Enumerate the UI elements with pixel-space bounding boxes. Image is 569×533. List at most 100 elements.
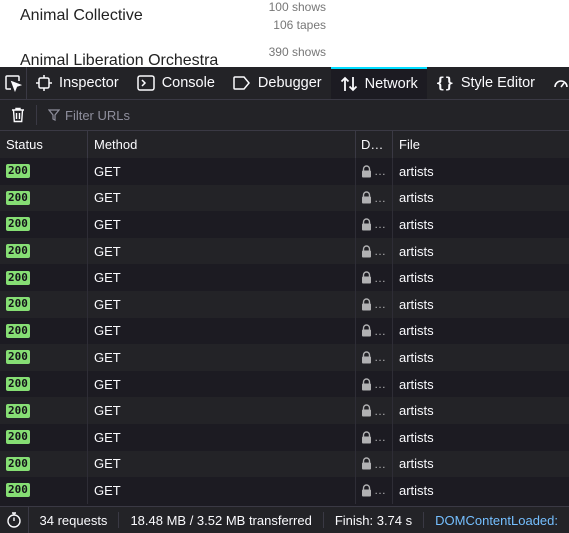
file-name: artists <box>399 323 434 339</box>
table-row[interactable]: 200 GET … artists <box>0 290 569 318</box>
status-cell: 200 <box>0 211 88 238</box>
status-badge: 200 <box>6 270 30 285</box>
network-icon <box>340 76 357 92</box>
file-cell: artists <box>393 477 569 504</box>
network-filter-bar <box>0 100 569 131</box>
domain-text: … <box>374 270 386 285</box>
method-cell: GET <box>88 423 356 451</box>
method-cell: GET <box>88 344 356 371</box>
table-row[interactable]: 200 GET … artists <box>0 237 569 265</box>
tab-debugger[interactable]: Debugger <box>224 67 331 99</box>
method-cell: GET <box>88 211 356 238</box>
domain-text: … <box>374 483 386 498</box>
file-cell: artists <box>393 264 569 291</box>
status-badge: 200 <box>6 297 30 312</box>
status-cell: 200 <box>0 184 88 212</box>
table-row[interactable]: 200 GET … artists <box>0 211 569 238</box>
transferred-size: 18.48 MB / 3.52 MB transferred <box>119 512 324 528</box>
domain-cell: … <box>356 450 393 478</box>
method-text: GET <box>94 403 121 419</box>
status-cell: 200 <box>0 423 88 451</box>
tab-inspector[interactable]: Inspector <box>27 67 128 99</box>
filter-urls-field[interactable] <box>37 107 265 123</box>
file-name: artists <box>399 456 434 472</box>
domain-cell: … <box>356 237 393 265</box>
status-cell: 200 <box>0 450 88 478</box>
method-cell: GET <box>88 477 356 504</box>
artist-name[interactable]: Animal Collective <box>20 7 143 25</box>
method-text: GET <box>94 163 121 179</box>
clear-button[interactable] <box>0 105 37 125</box>
table-row[interactable]: 200 GET … artists <box>0 317 569 345</box>
domain-cell: … <box>356 477 393 504</box>
method-text: GET <box>94 349 121 365</box>
status-badge: 200 <box>6 403 30 418</box>
column-header-status[interactable]: Status <box>0 131 88 158</box>
table-row[interactable]: 200 GET … artists <box>0 344 569 371</box>
file-cell: artists <box>393 371 569 398</box>
method-text: GET <box>94 296 121 312</box>
table-row[interactable]: 200 GET … artists <box>0 370 569 398</box>
domain-text: … <box>374 456 386 471</box>
table-row[interactable]: 200 GET … artists <box>0 450 569 478</box>
domcontentloaded-time: DOMContentLoaded: <box>435 512 558 528</box>
file-name: artists <box>399 270 434 286</box>
artist-name[interactable]: Animal Liberation Orchestra <box>20 52 218 67</box>
domain-text: … <box>374 244 386 259</box>
domain-cell: … <box>356 290 393 318</box>
status-badge: 200 <box>6 483 30 498</box>
filter-urls-input[interactable] <box>65 107 265 123</box>
file-name: artists <box>399 376 434 392</box>
status-badge: 200 <box>6 377 30 392</box>
status-badge: 200 <box>6 217 30 232</box>
domain-cell: … <box>356 344 393 371</box>
domain-cell: … <box>356 211 393 238</box>
file-name: artists <box>399 349 434 365</box>
method-text: GET <box>94 243 121 259</box>
column-header-file[interactable]: File <box>393 131 569 158</box>
table-row[interactable]: 200 GET … artists <box>0 423 569 451</box>
file-name: artists <box>399 216 434 232</box>
tab-style-editor[interactable]: {} Style Editor <box>427 67 544 99</box>
performance-analysis-button[interactable] <box>0 507 29 533</box>
domain-cell: … <box>356 158 393 185</box>
column-header-domain[interactable]: D… <box>356 131 393 158</box>
lock-icon <box>362 244 371 258</box>
domain-text: … <box>374 164 386 179</box>
status-badge: 200 <box>6 244 30 259</box>
tab-performance[interactable] <box>544 67 569 99</box>
table-row[interactable]: 200 GET … artists <box>0 184 569 212</box>
file-name: artists <box>399 482 434 498</box>
file-cell: artists <box>393 238 569 265</box>
table-row[interactable]: 200 GET … artists <box>0 158 569 185</box>
filter-icon <box>48 109 60 121</box>
request-count: 34 requests <box>29 512 120 528</box>
page-content: Animal Collective 100 shows 106 tapes An… <box>0 0 569 67</box>
file-cell: artists <box>393 451 569 478</box>
domain-text: … <box>374 323 386 338</box>
status-cell: 200 <box>0 370 88 398</box>
table-row[interactable]: 200 GET … artists <box>0 477 569 504</box>
domain-text: … <box>374 350 386 365</box>
file-cell: artists <box>393 318 569 345</box>
method-cell: GET <box>88 370 356 398</box>
tab-console[interactable]: Console <box>128 67 224 99</box>
table-row[interactable]: 200 GET … artists <box>0 264 569 291</box>
tab-label: Network <box>364 76 418 92</box>
devtools-toolbar: Inspector Console Debugger Network {} St… <box>0 67 569 100</box>
domain-text: … <box>374 403 386 418</box>
domain-text: … <box>374 430 386 445</box>
inspector-icon <box>36 75 53 91</box>
element-picker-button[interactable] <box>0 67 28 99</box>
console-icon <box>136 75 155 91</box>
status-cell: 200 <box>0 290 88 318</box>
table-row[interactable]: 200 GET … artists <box>0 397 569 424</box>
tab-network[interactable]: Network <box>330 67 427 99</box>
lock-icon <box>362 298 371 311</box>
lock-icon <box>362 324 371 337</box>
status-cell: 200 <box>0 317 88 345</box>
tab-label: Inspector <box>59 75 119 91</box>
file-cell: artists <box>393 397 569 424</box>
lock-icon <box>362 271 371 284</box>
column-header-method[interactable]: Method <box>88 131 356 158</box>
